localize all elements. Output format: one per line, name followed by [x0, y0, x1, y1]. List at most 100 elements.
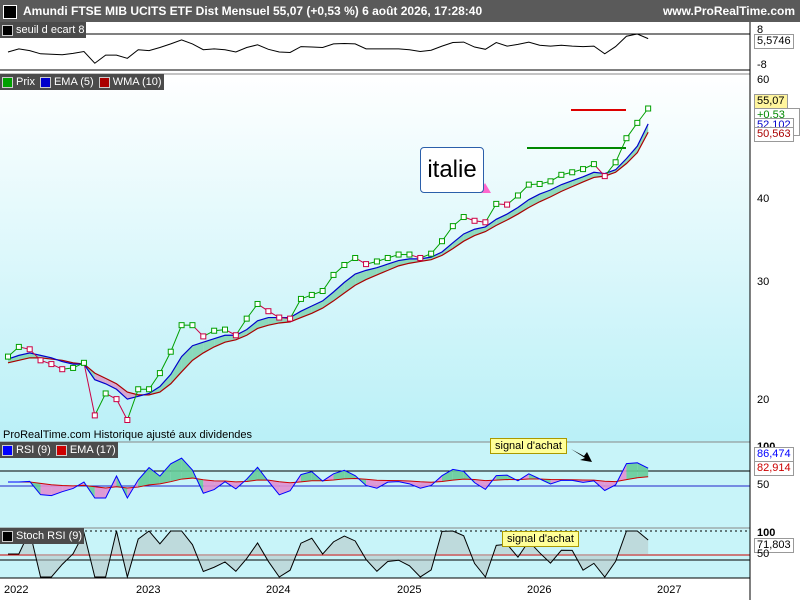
price-point — [341, 261, 348, 268]
price-point — [482, 219, 489, 226]
prix-swatch — [2, 76, 13, 88]
price-point — [26, 346, 33, 353]
price-point — [514, 192, 521, 199]
top-panel-value-badge: 5,5746 — [754, 34, 794, 49]
legend-item-ema[interactable]: EMA (5) — [39, 76, 94, 88]
y-tick-60: 60 — [757, 74, 770, 86]
price-point — [504, 201, 511, 208]
price-point — [428, 250, 435, 257]
rsi-ribbon-segment — [40, 483, 52, 496]
price-point — [37, 357, 44, 364]
y-tick-30: 30 — [757, 276, 770, 288]
price-point — [569, 169, 576, 176]
price-point — [330, 271, 337, 278]
price-point — [634, 119, 641, 126]
price-point — [276, 314, 283, 321]
price-point — [525, 181, 532, 188]
price-point — [363, 261, 370, 268]
rsi-ema-swatch — [55, 444, 67, 456]
price-point — [547, 178, 554, 185]
price-point — [645, 105, 652, 112]
price-point — [211, 327, 218, 334]
price-point — [80, 359, 87, 366]
price-point — [558, 171, 565, 178]
watermark: ProRealTime.com Historique ajusté aux di… — [3, 429, 253, 441]
legend-label-stoch: Stoch RSI (9) — [16, 530, 83, 542]
price-point — [48, 361, 55, 368]
y-tick-40: 40 — [757, 193, 770, 205]
rsi-swatch — [2, 444, 13, 456]
legend-label-wma: WMA (10) — [112, 76, 162, 88]
price-point — [623, 135, 630, 142]
price-point — [265, 308, 272, 315]
rsi-ribbon-segment — [626, 462, 638, 480]
price-point — [439, 238, 445, 245]
chart-canvas[interactable] — [0, 0, 800, 600]
rsi-tick-50: 50 — [757, 479, 770, 491]
price-point — [536, 180, 543, 187]
price-point — [417, 254, 424, 261]
price-point — [222, 326, 228, 333]
price-value-badge: 55,07 — [754, 94, 788, 109]
legend-label-rsi: RSI (9) — [16, 444, 51, 456]
price-point — [471, 217, 478, 224]
top-panel-bg — [0, 22, 750, 74]
x-tick-2025: 2025 — [397, 584, 422, 596]
rsi-ema-value-badge: 82,914 — [754, 461, 794, 476]
rsi-signal-callout[interactable]: signal d'achat — [490, 438, 567, 454]
price-point — [601, 173, 608, 180]
price-point — [612, 159, 619, 166]
x-tick-2027: 2027 — [657, 584, 682, 596]
wma-swatch — [98, 76, 110, 88]
legend-item-wma[interactable]: WMA (10) — [98, 76, 162, 88]
price-point — [373, 258, 380, 265]
price-point — [243, 315, 250, 322]
price-point — [254, 300, 261, 307]
series-swatch — [2, 24, 13, 36]
price-point — [580, 166, 587, 173]
price-point — [135, 386, 142, 393]
stoch-panel-legend[interactable]: Stoch RSI (9) — [0, 528, 85, 544]
price-point — [70, 364, 77, 371]
main-panel-legend[interactable]: Prix EMA (5) WMA (10) — [0, 74, 164, 90]
top-panel-tick-lower: -8 — [757, 59, 767, 71]
price-point — [167, 348, 174, 355]
price-point — [590, 161, 597, 168]
price-point — [493, 200, 500, 207]
x-tick-2022: 2022 — [4, 584, 29, 596]
price-point — [406, 251, 413, 258]
price-point — [59, 366, 66, 373]
legend-label-rsi-ema: EMA (17) — [69, 444, 116, 456]
price-point — [5, 353, 11, 360]
price-point — [460, 214, 467, 221]
top-panel-legend-label: seuil d ecart 8 — [16, 24, 85, 36]
price-point — [319, 288, 326, 295]
stoch-tick-50: 50 — [757, 548, 770, 560]
legend-label-ema: EMA (5) — [53, 76, 94, 88]
ema-swatch — [39, 76, 51, 88]
x-tick-2024: 2024 — [266, 584, 291, 596]
price-point — [384, 254, 391, 261]
price-point — [287, 315, 294, 322]
x-tick-2023: 2023 — [136, 584, 161, 596]
price-point — [146, 386, 153, 393]
stoch-signal-callout[interactable]: signal d'achat — [502, 531, 579, 547]
rsi-panel-legend[interactable]: RSI (9) EMA (17) — [0, 442, 118, 458]
price-point — [15, 343, 22, 350]
wma-value-badge: 50,563 — [754, 127, 794, 142]
price-point — [200, 333, 207, 340]
price-point — [232, 332, 239, 339]
price-point — [102, 390, 109, 397]
rsi-ribbon-segment — [94, 486, 106, 498]
legend-item-prix[interactable]: Prix — [2, 76, 35, 88]
top-panel-legend[interactable]: seuil d ecart 8 — [0, 22, 87, 38]
price-point — [178, 322, 185, 329]
y-tick-20: 20 — [757, 394, 770, 406]
price-point — [91, 412, 98, 419]
stoch-swatch — [2, 530, 13, 542]
price-point — [449, 223, 456, 230]
annotation-italie[interactable]: italie — [420, 147, 484, 193]
rsi-value-badge: 86,474 — [754, 447, 794, 462]
price-point — [124, 417, 131, 423]
legend-label-prix: Prix — [16, 76, 35, 88]
